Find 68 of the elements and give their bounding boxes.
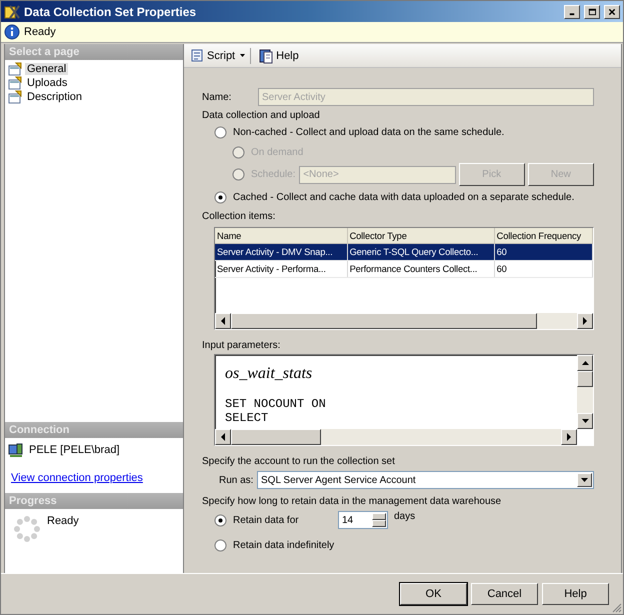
toolbar-button[interactable]: Help [256,46,301,64]
section-header: Connection [5,422,183,438]
up-arrow-icon[interactable] [582,361,588,365]
radio-button[interactable] [214,191,227,204]
form-label: Input parameters: [202,340,282,351]
page-list-item[interactable]: Uploads [25,77,70,89]
left-arrow-icon[interactable] [221,317,225,325]
page-list-item[interactable]: General [25,63,68,75]
parameter-title: os_wait_stats [225,365,314,383]
right-arrow-icon[interactable] [583,317,587,325]
dropdown-arrow-icon[interactable] [581,478,588,482]
book-icon [258,48,274,64]
column-header[interactable]: Collection Frequency [494,228,592,244]
column-header[interactable]: Name [215,228,348,244]
minimize-button[interactable] [564,4,580,18]
dialog-button[interactable]: OK [400,583,467,605]
spinner-icon [13,515,41,543]
resize-grip-icon[interactable] [610,601,622,613]
toolbar-button[interactable]: Script [187,46,238,64]
down-arrow-icon[interactable] [582,419,588,423]
maximize-button[interactable] [584,4,600,18]
page-icon [8,90,22,104]
radio-button[interactable] [214,514,227,526]
progress-status: Ready [47,515,79,529]
page-list-item[interactable]: Description [25,91,84,103]
account-dropdown[interactable]: SQL Server Agent Service Account [257,471,594,489]
vertical-scrollbar[interactable] [577,355,593,429]
server-icon [8,442,24,458]
section-header: Progress [5,493,183,509]
scroll-thumb[interactable] [231,429,321,445]
group-heading: Specify how long to retain data in the management data warehouse [202,496,502,507]
left-arrow-icon[interactable] [221,433,225,441]
connection-text: PELE [PELE\brad] [29,444,120,456]
script-icon [189,48,205,64]
window-title: Data Collection Set Properties [24,4,198,18]
group-heading: Data collection and upload [202,110,321,121]
form-label: Name: [202,92,232,102]
radio-label[interactable]: Cached - Collect and cache data with data uploaded on a separate schedule. [233,192,574,203]
caret-icon[interactable] [240,54,246,57]
form-label: days [394,511,416,522]
connection-link[interactable]: View connection properties [8,472,180,484]
section-header: Select a page [5,44,183,60]
radio-label[interactable]: Retain data for [233,514,299,526]
page-icon [8,62,22,76]
form-label: Collection items: [202,211,276,222]
dialog-button[interactable]: Cancel [471,583,538,605]
radio-label[interactable]: Retain data indefinitely [233,540,334,551]
radio-button[interactable] [214,539,227,552]
days-spinbox[interactable]: 14 [338,511,388,529]
column-header[interactable]: Collector Type [347,228,494,244]
app-icon [4,4,20,20]
right-arrow-icon[interactable] [567,433,571,441]
table-row[interactable]: Server Activity - DMV Snap... Generic T-SQL Query Collecto... 60 [215,244,592,260]
horizontal-scrollbar[interactable] [215,313,593,329]
scroll-thumb[interactable] [231,313,537,329]
scroll-thumb[interactable] [577,371,593,387]
page-icon [8,76,22,90]
code-text: SET NOCOUNT ON SELECT [225,397,327,425]
info-icon [4,24,20,40]
radio-label[interactable]: Non-cached - Collect and upload data on the same schedule. [233,127,504,138]
dialog-button[interactable]: Help [542,583,609,605]
group-heading: Specify the account to run the collection set [202,456,396,467]
horizontal-scrollbar[interactable] [215,429,577,445]
close-button[interactable] [604,4,620,18]
radio-button[interactable] [214,126,227,139]
table-row[interactable]: Server Activity - Performa... Performance Counters Collect... 60 [215,260,592,278]
status-text: Ready [24,26,56,38]
form-label: Run as: [219,474,254,486]
